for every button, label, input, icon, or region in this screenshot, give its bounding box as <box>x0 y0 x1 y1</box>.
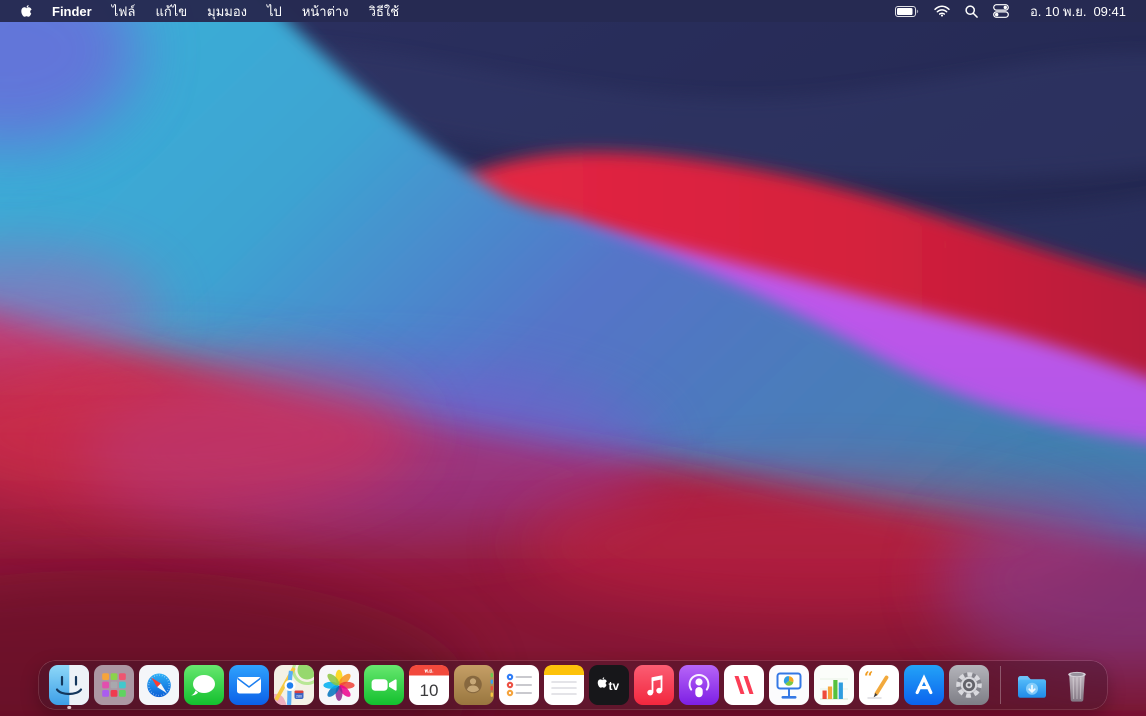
dock-item-downloads[interactable] <box>1012 665 1052 705</box>
news-icon <box>724 665 764 705</box>
dock-item-music[interactable] <box>634 665 674 705</box>
app-store-icon <box>904 665 944 705</box>
dock-item-reminders[interactable] <box>499 665 539 705</box>
running-indicator <box>67 706 71 710</box>
reminders-icon <box>499 665 539 705</box>
apple-menu[interactable] <box>12 0 42 22</box>
contacts-icon <box>454 665 494 705</box>
dock-item-contacts[interactable] <box>454 665 494 705</box>
menubar-time: 09:41 <box>1093 4 1126 19</box>
dock-item-finder[interactable] <box>49 665 89 705</box>
menu-view[interactable]: มุมมอง <box>197 0 257 22</box>
menubar-status: อ. 10 พ.ย. 09:41 <box>895 0 1146 22</box>
maps-icon: 280 <box>274 665 314 705</box>
keynote-icon <box>769 665 809 705</box>
wifi-icon <box>934 5 950 17</box>
dock-item-podcasts[interactable] <box>679 665 719 705</box>
dock-item-system-preferences[interactable] <box>949 665 989 705</box>
spotlight-search[interactable] <box>965 5 978 18</box>
dock-item-trash[interactable] <box>1057 665 1097 705</box>
messages-icon <box>184 665 224 705</box>
dock-item-keynote[interactable] <box>769 665 809 705</box>
dock: 280 <box>39 661 1107 709</box>
svg-text:พ.ย.: พ.ย. <box>424 669 434 675</box>
control-center-icon <box>993 4 1009 18</box>
podcasts-icon <box>679 665 719 705</box>
dock-item-safari[interactable] <box>139 665 179 705</box>
notes-icon <box>544 665 584 705</box>
wifi-status[interactable] <box>934 5 950 17</box>
menubar-menus: Finder ไฟล์ แก้ไข มุมมอง ไป หน้าต่าง วิธ… <box>0 0 409 22</box>
music-icon <box>634 665 674 705</box>
trash-icon <box>1057 665 1097 705</box>
downloads-folder-icon <box>1012 665 1052 705</box>
menubar-date: อ. 10 พ.ย. <box>1030 1 1087 22</box>
dock-item-app-store[interactable] <box>904 665 944 705</box>
svg-text:“: “ <box>864 668 873 687</box>
safari-icon <box>139 665 179 705</box>
calendar-icon: พ.ย. 10 <box>409 665 449 705</box>
system-preferences-icon <box>949 665 989 705</box>
menu-edit[interactable]: แก้ไข <box>145 0 197 22</box>
dock-item-tv[interactable]: tv <box>589 665 629 705</box>
menu-go[interactable]: ไป <box>257 0 292 22</box>
dock-item-news[interactable] <box>724 665 764 705</box>
facetime-icon <box>364 665 404 705</box>
dock-item-mail[interactable] <box>229 665 269 705</box>
dock-item-calendar[interactable]: พ.ย. 10 <box>409 665 449 705</box>
battery-status[interactable] <box>895 6 919 17</box>
svg-text:tv: tv <box>609 679 620 693</box>
svg-text:10: 10 <box>420 681 439 700</box>
dock-item-facetime[interactable] <box>364 665 404 705</box>
menubar-clock[interactable]: อ. 10 พ.ย. 09:41 <box>1024 0 1132 23</box>
pages-icon: “ <box>859 665 899 705</box>
dock-item-photos[interactable] <box>319 665 359 705</box>
desktop-wallpaper <box>0 0 1146 716</box>
desktop: Finder ไฟล์ แก้ไข มุมมอง ไป หน้าต่าง วิธ… <box>0 0 1146 716</box>
search-icon <box>965 5 978 18</box>
numbers-icon <box>814 665 854 705</box>
dock-divider <box>1000 666 1001 704</box>
menu-file[interactable]: ไฟล์ <box>102 0 146 22</box>
menubar: Finder ไฟล์ แก้ไข มุมมอง ไป หน้าต่าง วิธ… <box>0 0 1146 22</box>
dock-item-notes[interactable] <box>544 665 584 705</box>
dock-item-maps[interactable]: 280 <box>274 665 314 705</box>
finder-icon <box>49 665 89 705</box>
app-menu-finder[interactable]: Finder <box>42 0 102 22</box>
apple-tv-icon: tv <box>589 665 629 705</box>
menu-help[interactable]: วิธีใช้ <box>359 0 409 22</box>
dock-item-messages[interactable] <box>184 665 224 705</box>
control-center[interactable] <box>993 4 1009 18</box>
apple-logo-icon <box>20 3 33 19</box>
dock-item-launchpad[interactable] <box>94 665 134 705</box>
dock-item-numbers[interactable] <box>814 665 854 705</box>
battery-icon <box>895 6 919 17</box>
menu-window[interactable]: หน้าต่าง <box>292 0 359 22</box>
dock-item-pages[interactable]: “ <box>859 665 899 705</box>
launchpad-icon <box>94 665 134 705</box>
photos-icon <box>319 665 359 705</box>
svg-text:280: 280 <box>296 695 302 699</box>
mail-icon <box>229 665 269 705</box>
